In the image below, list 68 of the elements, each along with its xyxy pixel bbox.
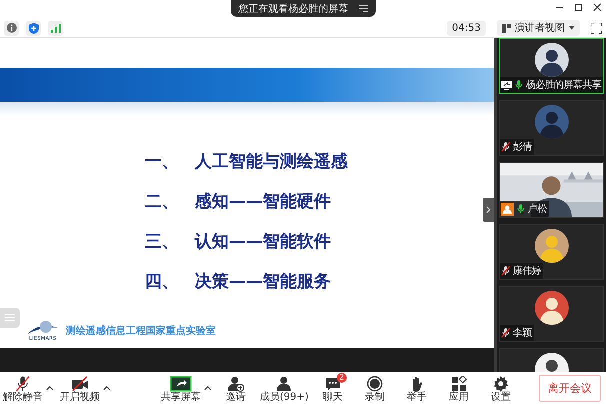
meeting-timer: 04:53: [447, 20, 486, 36]
raise-hand-button[interactable]: 举手: [398, 373, 436, 403]
slide-heading: 认知——智能软件: [195, 231, 331, 253]
leave-meeting-button[interactable]: 离开会议: [539, 374, 601, 402]
participant-name: 杨必胜的屏幕共享: [526, 78, 602, 92]
record-icon: [366, 376, 383, 392]
menu-icon[interactable]: [358, 4, 368, 12]
info-button[interactable]: [4, 20, 19, 36]
signal-button[interactable]: [48, 20, 63, 36]
participant-name: 李颖: [513, 326, 532, 340]
video-off-icon: [71, 376, 89, 392]
signal-icon: [50, 24, 60, 32]
security-button[interactable]: [26, 20, 41, 36]
participant-name: 彭倩: [513, 140, 532, 154]
item-number: 三、: [145, 231, 179, 253]
participant-name: 卢松: [528, 202, 547, 216]
caret-icon[interactable]: [103, 386, 111, 390]
info-icon: [6, 23, 16, 33]
muted-mic-icon[interactable]: [501, 328, 511, 338]
item-number: 一、: [145, 151, 179, 173]
collapse-handle[interactable]: [483, 198, 494, 222]
invite-button[interactable]: 邀请: [217, 373, 255, 403]
muted-mic-icon[interactable]: [15, 376, 31, 392]
chat-button[interactable]: 2 聊天: [314, 373, 352, 403]
participant-tile[interactable]: 李颖: [499, 286, 604, 342]
maximize-icon[interactable]: [574, 3, 583, 12]
lab-logo-icon: [28, 320, 58, 336]
chat-icon: [324, 376, 341, 392]
muted-mic-icon[interactable]: [501, 142, 511, 152]
fullscreen-icon[interactable]: [591, 22, 602, 34]
settings-icon: [492, 376, 509, 392]
layout-icon: [502, 24, 511, 32]
participant-tile[interactable]: 彭倩: [499, 100, 604, 156]
members-button[interactable]: 成员(99+): [259, 373, 310, 403]
share-screen-button[interactable]: 共享屏幕: [160, 373, 202, 403]
muted-mic-icon[interactable]: [501, 266, 511, 276]
unread-badge: 2: [336, 373, 347, 383]
apps-button[interactable]: 应用: [440, 373, 478, 403]
caret-icon[interactable]: [46, 386, 54, 390]
participant-tile[interactable]: 杨必胜的屏幕共享: [499, 38, 604, 94]
item-number: 二、: [145, 191, 179, 213]
slide-heading: 人工智能与测绘遥感: [195, 151, 348, 173]
chevron-icon: [486, 206, 491, 214]
record-button[interactable]: 录制: [356, 373, 394, 403]
settings-button[interactable]: 设置: [482, 373, 520, 403]
caret-icon: [569, 26, 575, 30]
start-video-button[interactable]: 开启视频: [59, 373, 101, 403]
item-number: 四、: [145, 271, 179, 293]
caret-icon[interactable]: [204, 386, 212, 390]
list-icon: [5, 314, 15, 322]
participant-tile[interactable]: 卢松: [499, 162, 604, 218]
apps-icon: [450, 376, 467, 392]
share-screen-icon: [170, 376, 192, 392]
sidebar-toggle[interactable]: [0, 308, 20, 328]
participant-name: 康伟婷: [513, 264, 542, 278]
shield-icon: [28, 22, 38, 34]
unmute-button[interactable]: 解除静音: [2, 373, 44, 403]
mic-icon[interactable]: [516, 204, 526, 214]
participant-tile[interactable]: 康伟婷: [499, 224, 604, 280]
slide-heading: 感知——智能硬件: [195, 191, 331, 213]
mic-icon[interactable]: [514, 80, 524, 90]
slide-heading: 决策——智能服务: [195, 271, 331, 293]
lab-name: 测绘遥感信息工程国家重点实验室: [66, 324, 216, 338]
add-person-icon: [228, 376, 244, 392]
view-button[interactable]: 演讲者视图: [497, 20, 580, 36]
banner-text: 您正在观看杨必胜的屏幕: [238, 2, 348, 16]
person-icon: [276, 376, 292, 392]
close-icon[interactable]: [593, 3, 602, 12]
